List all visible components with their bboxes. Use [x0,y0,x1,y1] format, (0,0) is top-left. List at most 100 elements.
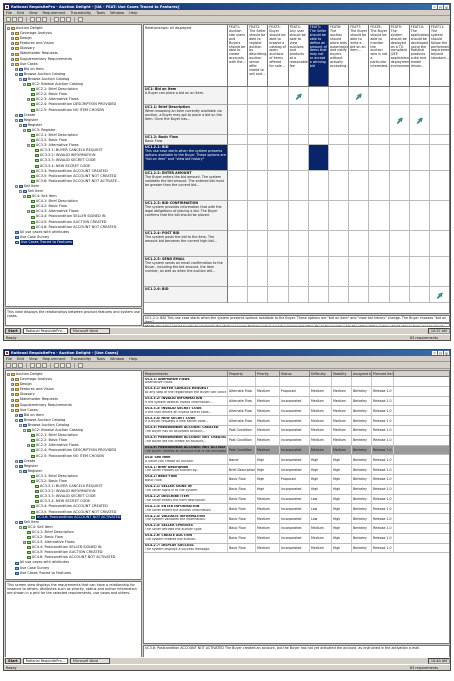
attribute-cell[interactable]: Alternate Flow [228,406,256,416]
attribute-cell[interactable]: Low [310,514,332,523]
matrix-cell[interactable] [389,87,410,105]
attribute-cell[interactable]: Alternate Flow [228,416,256,425]
matrix-cell[interactable] [288,231,309,257]
filter-icon[interactable] [66,362,71,368]
matrix-cell[interactable] [288,135,309,145]
matrix-cell[interactable] [409,201,430,231]
menu-item[interactable]: Help [129,11,137,15]
menu-item[interactable]: Edit [17,11,24,15]
matrix-cell[interactable] [349,145,370,171]
attribute-cell[interactable]: High [256,465,280,474]
matrix-cell[interactable] [329,87,350,105]
matrix-cell[interactable] [369,257,390,287]
expand-icon[interactable]: + [27,444,30,448]
attribute-cell[interactable]: Medium [256,425,280,435]
menu-item[interactable]: View [29,11,38,15]
matrix-cell[interactable] [288,201,309,231]
attribute-cell[interactable]: Incorporated [280,396,310,406]
matrix-cell[interactable] [268,201,289,231]
expand-icon[interactable]: + [11,37,14,41]
attribute-cell[interactable]: Release 1.0 [372,514,394,523]
attribute-cell[interactable]: Release 1.0 [372,445,394,455]
table-row[interactable]: UC4: Sell Item A Seller can create an auc… [144,455,449,466]
attribute-cell[interactable]: Basic Flow [228,533,256,543]
matrix-column-header[interactable]: FEAT5: The Seller should be able to defi… [308,25,329,87]
attribute-cell[interactable] [256,377,280,386]
menu-item[interactable]: File [6,11,12,15]
attribute-cell[interactable]: Berkeley [352,386,372,396]
save-icon[interactable] [18,16,23,22]
matrix-cell[interactable] [430,145,449,171]
attribute-cell[interactable]: Release 1.0 [372,484,394,494]
matrix-cell[interactable] [228,87,249,105]
attribute-cell[interactable]: Release 1.0 [372,425,394,435]
explorer-tree[interactable]: - Auction Delight + Coverage Analysis + Desig… [5,370,142,580]
attribute-cell[interactable]: Alternate Flow [228,396,256,406]
matrix-cell[interactable] [288,257,309,287]
attribute-cell[interactable]: Medium [332,396,352,406]
expand-icon[interactable]: + [11,52,14,56]
menu-item[interactable]: Window [110,357,124,361]
expand-icon[interactable]: + [11,398,14,402]
attribute-cell[interactable]: High [256,484,280,494]
matrix-cell[interactable] [268,231,289,257]
attribute-cell[interactable]: Medium [332,445,352,455]
new-icon[interactable] [6,362,11,368]
requirement-cell[interactable]: UC4.2.7: DISPLAY SUCCESS The system displ… [144,543,228,553]
attribute-cell[interactable]: Name [228,455,256,465]
table-row[interactable]: UC3.3.1: BUYER CANCELS REQUEST At any ste… [144,386,449,397]
collapse-icon[interactable]: - [11,62,14,66]
matrix-cell[interactable] [329,231,350,257]
attribute-cell[interactable]: Medium [332,416,352,425]
matrix-cell[interactable] [268,135,289,145]
collapse-icon[interactable]: - [27,144,30,148]
attribute-cell[interactable]: Medium [310,386,332,396]
close-icon[interactable]: × [444,351,449,356]
matrix-cell[interactable] [268,87,289,105]
collapse-icon[interactable]: - [7,27,10,31]
matrix-cell[interactable] [308,231,329,257]
attribute-cell[interactable]: Medium [256,386,280,396]
attribute-cell[interactable]: Basic Flow [228,484,256,494]
matrix-cell[interactable] [308,257,329,287]
menu-item[interactable]: Help [129,357,137,361]
requirement-cell[interactable]: UC4.2.3: ENTER INFORMATION The Seller ent… [144,504,228,514]
attribute-cell[interactable]: Post Condition [228,435,256,445]
matrix-cell[interactable] [248,201,269,231]
matrix-cell[interactable] [228,171,249,201]
requirement-cell[interactable]: UC3.4: Postcondition ACCOUNT CREATED The … [144,425,228,435]
matrix-cell[interactable] [308,171,329,201]
attribute-cell[interactable]: High [332,465,352,474]
attribute-cell[interactable] [228,377,256,386]
start-button[interactable]: Start [5,328,21,334]
matrix-cell[interactable] [430,231,449,257]
collapse-icon[interactable]: - [23,128,26,132]
attribute-cell[interactable]: Proposed [280,474,310,484]
menu-item[interactable]: File [6,357,12,361]
matrix-cell[interactable] [329,287,350,303]
table-row[interactable]: UC4.2.2: DESCRIBE ITEM The Seller enters … [144,494,449,505]
attribute-cell[interactable] [332,377,352,386]
attribute-cell[interactable]: Berkeley [352,416,372,425]
attribute-cell[interactable]: Medium [310,533,332,543]
attribute-cell[interactable]: Berkeley [352,435,372,445]
grid-column-header[interactable]: Property [228,371,256,376]
table-row[interactable]: UC3.3: Alternative Flows Alternative Flow… [144,377,449,387]
attribute-cell[interactable]: Incorporated [280,494,310,504]
collapse-icon[interactable]: - [23,429,26,433]
collapse-icon[interactable]: - [23,83,26,87]
matrix-cell[interactable] [389,231,410,257]
matrix-cell[interactable] [349,171,370,201]
matrix-cell[interactable] [349,231,370,257]
tree-node[interactable]: Use Cases Traced to Features [7,571,141,576]
open-icon[interactable] [12,16,17,22]
matrix-cell[interactable] [248,257,269,287]
attribute-cell[interactable]: Medium [256,494,280,504]
attribute-cell[interactable]: Low [310,494,332,504]
attribute-cell[interactable]: Berkeley [352,474,372,484]
requirement-cell[interactable]: UC4.2.2: DESCRIBE ITEM The Seller enters … [144,494,228,504]
matrix-cell[interactable] [248,135,269,145]
expand-icon[interactable]: + [11,393,14,397]
attribute-cell[interactable]: Incorporated [280,425,310,435]
menu-item[interactable]: Traceability [71,357,92,361]
